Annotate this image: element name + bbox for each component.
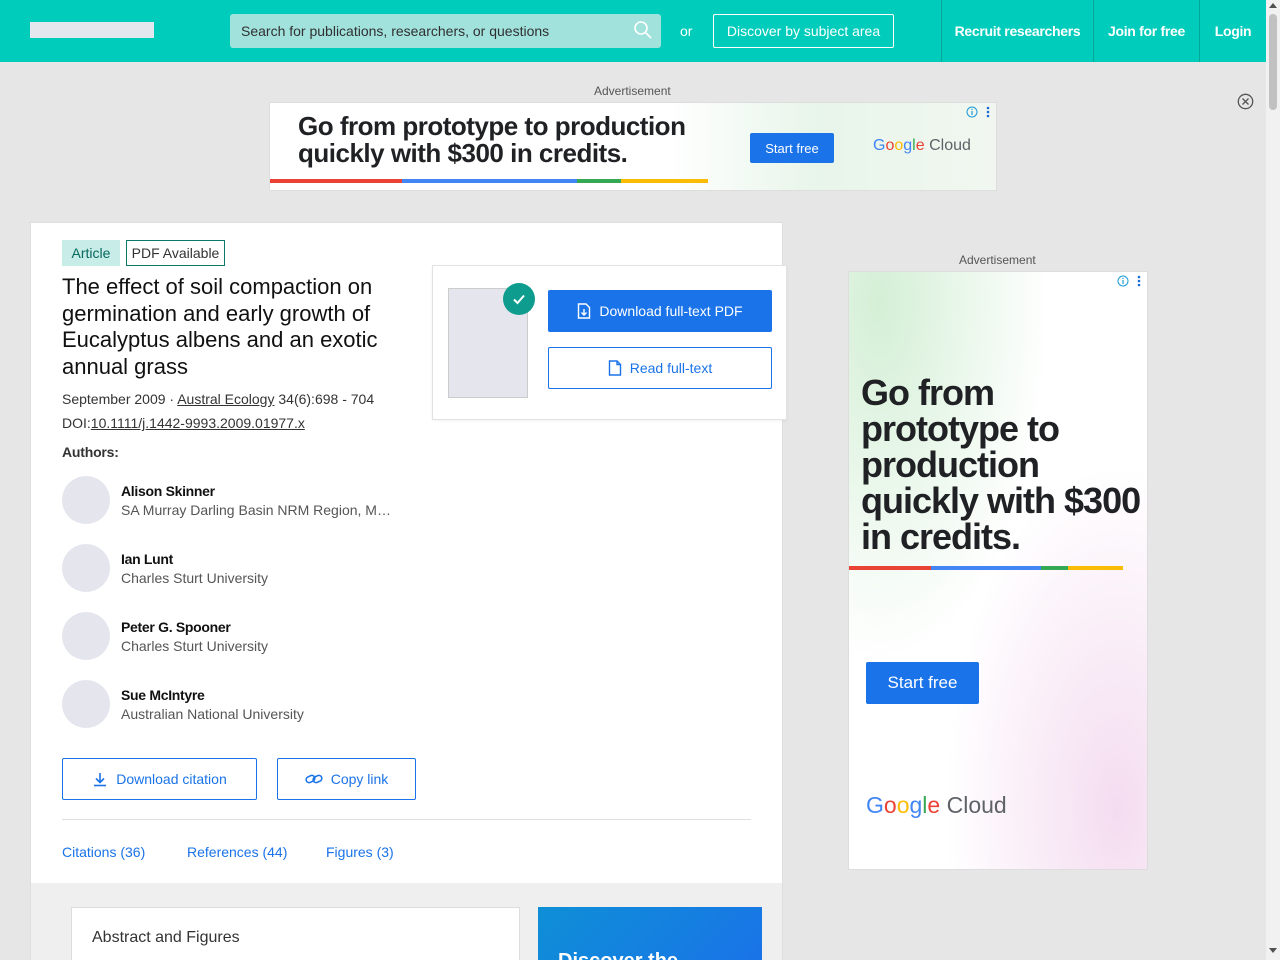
tab-figures[interactable]: Figures (3) [326,844,394,860]
side-ad-headline: Go from prototype to production quickly … [861,372,1141,557]
google-cloud-logo: Google Cloud [873,137,971,154]
side-start-free-button[interactable]: Start free [866,662,979,704]
pdf-check-badge [503,283,535,315]
publication-title: The effect of soil compaction on germina… [62,274,378,379]
search-box[interactable] [230,14,661,48]
sidebar-advertisement[interactable]: Go from prototype to production quickly … [848,271,1148,870]
recruit-researchers-link[interactable]: Recruit researchers [941,0,1093,62]
copy-link-button[interactable]: Copy link [277,758,416,800]
checkmark-icon [513,294,525,305]
doi-line: DOI:10.1111/j.1442-9993.2009.01977.x [62,415,305,431]
ad-options-icon[interactable] [986,106,990,118]
tab-references[interactable]: References (44) [187,844,287,860]
login-link[interactable]: Login [1199,0,1266,62]
download-fulltext-pdf-button[interactable]: Download full-text PDF [548,290,772,332]
download-citation-label: Download citation [116,771,227,787]
journal-link[interactable]: Austral Ecology [177,391,274,407]
discover-by-subject-button[interactable]: Discover by subject area [713,14,894,48]
banner-start-free-button[interactable]: Start free [750,133,834,163]
scroll-thumb[interactable] [1269,14,1277,110]
publication-date: September 2009 [62,391,166,407]
authors-heading: Authors: [62,444,119,460]
author-item[interactable]: Ian Lunt Charles Sturt University [62,544,402,592]
tabs-divider [62,819,751,820]
download-pdf-label: Download full-text PDF [599,303,743,319]
avatar[interactable] [62,680,110,728]
scroll-up-arrow-icon[interactable] [1269,3,1277,8]
download-citation-button[interactable]: Download citation [62,758,257,800]
abstract-card: Abstract and Figures [71,907,520,960]
author-affiliation: Australian National University [121,706,304,722]
banner-color-bar [270,179,708,183]
pdf-available-badge: PDF Available [126,240,225,266]
top-navigation-bar: or Discover by subject area Recruit rese… [0,0,1266,62]
meta-separator: · [165,391,178,407]
search-icon[interactable] [633,20,653,40]
header-nav: Recruit researchers Join for free Login [941,0,1266,62]
ad-label-side: Advertisement [959,253,1036,267]
publication-meta: September 2009 · Austral Ecology 34(6):6… [62,391,374,407]
fulltext-panel: Download full-text PDF Read full-text [432,265,787,420]
volume-pages: 34(6):698 - 704 [274,391,375,407]
ad-info-icon[interactable] [1117,275,1129,287]
discover-promo-title: Discover the [558,950,678,960]
author-name[interactable]: Alison Skinner [121,483,215,499]
doi-link[interactable]: 10.1111/j.1442-9993.2009.01977.x [91,415,305,431]
author-item[interactable]: Alison Skinner SA Murray Darling Basin N… [62,476,402,524]
scroll-down-arrow-icon[interactable] [1269,948,1277,953]
page-scrollbar[interactable] [1266,0,1280,960]
ad-options-icon[interactable] [1137,275,1141,287]
tab-citations[interactable]: Citations (36) [62,844,145,860]
google-cloud-logo: Google Cloud [866,792,1007,818]
content-section: Abstract and Figures Discover the [31,883,782,960]
avatar[interactable] [62,544,110,592]
banner-advertisement[interactable]: Go from prototype to production quickly … [269,102,997,191]
doi-label: DOI: [62,415,91,431]
abstract-heading: Abstract and Figures [92,929,240,946]
link-icon [305,774,323,784]
author-name[interactable]: Sue McIntyre [121,687,205,703]
read-fulltext-label: Read full-text [629,360,713,376]
author-affiliation: Charles Sturt University [121,570,269,586]
avatar[interactable] [62,476,110,524]
download-icon [94,773,107,787]
ad-label-top: Advertisement [594,84,671,98]
article-type-badge: Article [62,240,120,266]
author-item[interactable]: Sue McIntyre Australian National Univers… [62,680,402,728]
file-download-icon [578,303,591,319]
site-logo[interactable] [30,22,154,38]
author-affiliation: SA Murray Darling Basin NRM Region, Murr… [121,502,391,518]
search-input[interactable] [230,14,625,48]
author-name[interactable]: Peter G. Spooner [121,619,231,635]
author-name[interactable]: Ian Lunt [121,551,173,567]
close-ad-icon[interactable] [1237,93,1254,110]
author-item[interactable]: Peter G. Spooner Charles Sturt Universit… [62,612,402,660]
avatar[interactable] [62,612,110,660]
author-affiliation: Charles Sturt University [121,638,269,654]
ad-info-icon[interactable] [966,106,978,118]
read-fulltext-button[interactable]: Read full-text [548,347,772,389]
side-color-bar [849,566,1123,570]
banner-ad-headline: Go from prototype to production quickly … [298,111,686,168]
document-icon [608,360,621,376]
join-for-free-link[interactable]: Join for free [1093,0,1199,62]
copy-link-label: Copy link [330,771,389,787]
discover-promo-card[interactable]: Discover the [538,907,762,960]
or-text: or [680,23,693,39]
